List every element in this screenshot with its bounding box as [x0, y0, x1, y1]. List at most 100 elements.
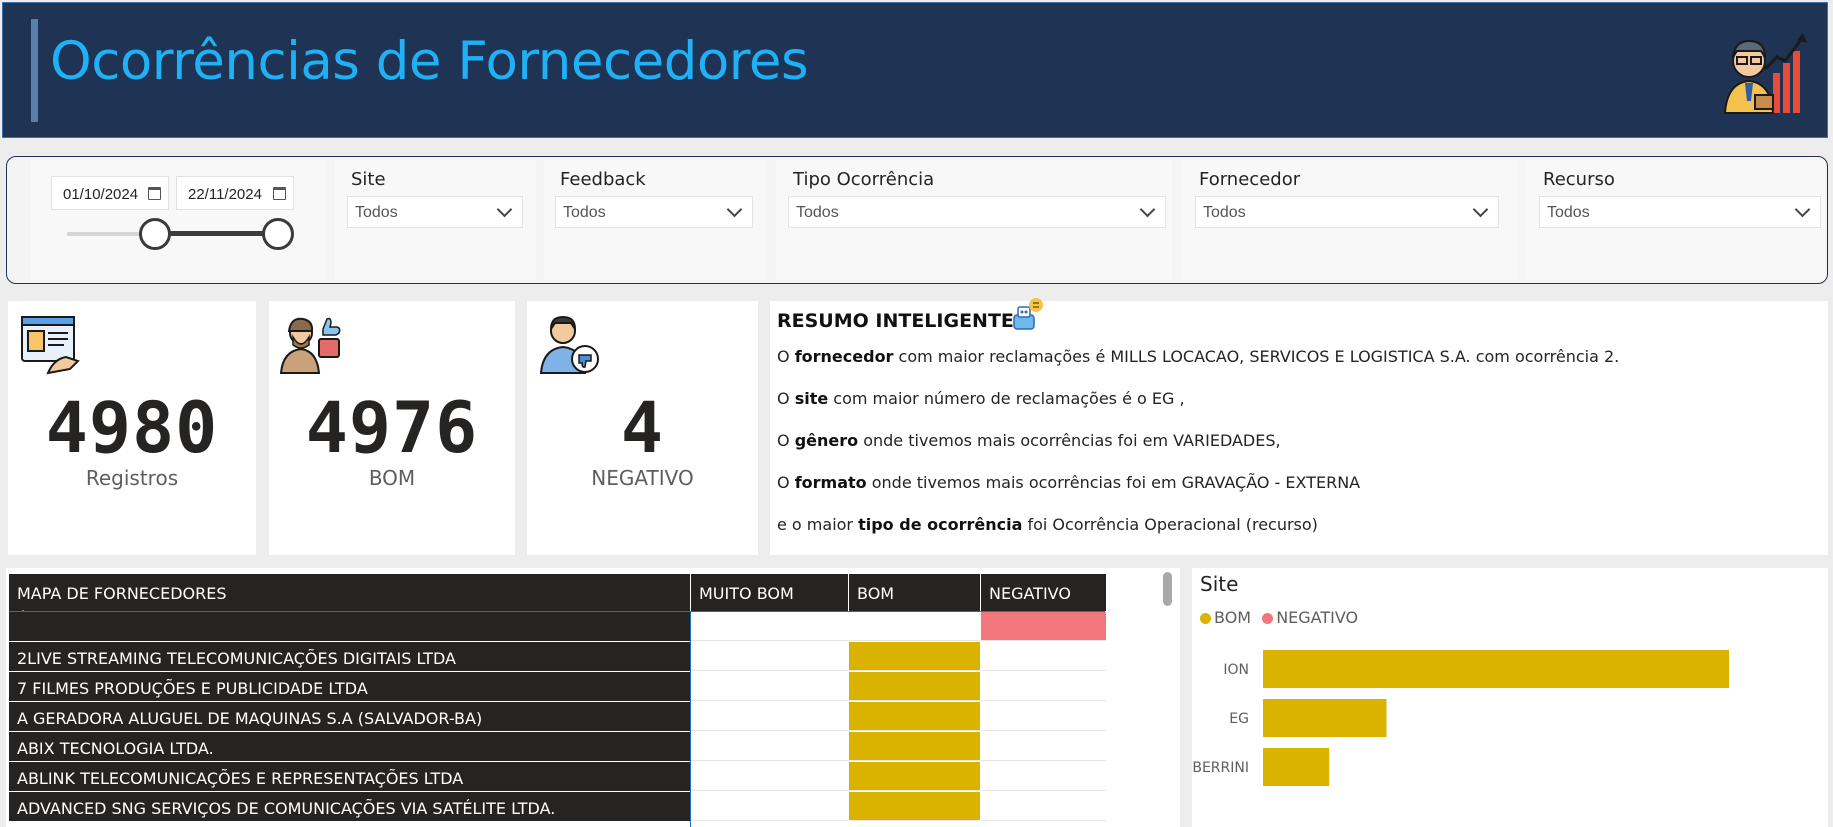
supplier-name-cell[interactable]: ABIX TECNOLOGIA LTDA. [9, 732, 690, 761]
matrix-cell-bom[interactable] [849, 762, 980, 791]
summary-line-tipo-ocorrencia: e o maior tipo de ocorrência foi Ocorrên… [777, 515, 1318, 534]
bar-bom-berrini[interactable] [1263, 748, 1330, 786]
matrix-cell-negativo[interactable] [981, 762, 1106, 791]
matrix-cell-bom[interactable] [849, 792, 980, 821]
site-chart-plot: ION EG BERRINI [1192, 650, 1729, 786]
smart-summary-panel: RESUMO INTELIGENTE O fornecedor com maio… [770, 298, 1828, 555]
site-slicer-label: Site [351, 169, 386, 190]
fornecedor-dropdown[interactable]: Todos [1195, 196, 1499, 228]
feedback-slicer: Feedback Todos [544, 160, 766, 280]
site-dropdown-value: Todos [355, 204, 398, 221]
fornecedor-slicer-label: Fornecedor [1199, 169, 1301, 190]
table-row[interactable]: ADVANCED SNG SERVIÇOS DE COMUNICAÇÕES VI… [6, 792, 1106, 822]
date-end-input[interactable]: 22/11/2024 [176, 176, 294, 210]
table-row[interactable]: ABIX TECNOLOGIA LTDA. [6, 732, 1106, 762]
feedback-dropdown-value: Todos [563, 204, 606, 221]
table-row[interactable]: 7 FILMES PRODUÇÕES E PUBLICIDADE LTDA [6, 672, 1106, 702]
page-title: Ocorrências de Fornecedores [50, 31, 809, 92]
matrix-cell-muito-bom[interactable] [691, 612, 848, 641]
matrix-cell-bom[interactable] [849, 732, 980, 761]
table-row[interactable]: A GERADORA ALUGUEL DE MAQUINAS S.A (SALV… [6, 702, 1106, 732]
matrix-cell-muito-bom[interactable] [691, 702, 848, 731]
matrix-header-fornecedores-label: MAPA DE FORNECEDORES [17, 584, 227, 603]
summary-line-site: O site com maior número de reclamações é… [777, 389, 1185, 408]
date-end-value: 22/11/2024 [188, 186, 262, 203]
kpi-negativo-label: NEGATIVO [591, 466, 694, 490]
supplier-name-cell[interactable]: 2LIVE STREAMING TELECOMUNICAÇÕES DIGITAI… [9, 642, 690, 671]
matrix-cell-muito-bom[interactable] [691, 762, 848, 791]
calendar-icon[interactable] [273, 187, 286, 200]
filter-bar: 01/10/2024 22/11/2024 Site Todos Feedbac… [6, 156, 1828, 284]
matrix-cell-negativo[interactable] [981, 792, 1106, 821]
category-label: BERRINI [1192, 760, 1249, 776]
table-row[interactable] [6, 612, 1106, 642]
supplier-name-cell[interactable]: ADVANCED SNG SERVIÇOS DE COMUNICAÇÕES VI… [9, 792, 690, 821]
registration-form-icon [21, 316, 80, 375]
matrix-cell-negativo[interactable] [981, 732, 1106, 761]
matrix-header-muito-bom[interactable]: MUITO BOM [691, 574, 848, 611]
matrix-header-negativo[interactable]: NEGATIVO [981, 574, 1106, 611]
fornecedor-slicer: Fornecedor Todos [1181, 160, 1517, 280]
thumbs-down-person-icon [539, 315, 599, 374]
chevron-down-icon [1139, 201, 1156, 218]
matrix-header-fornecedores[interactable]: MAPA DE FORNECEDORES [9, 574, 690, 616]
tipo-ocorrencia-dropdown[interactable]: Todos [788, 196, 1166, 228]
chevron-down-icon [1472, 201, 1489, 218]
businessman-growth-chart-icon [1723, 33, 1807, 114]
calendar-icon[interactable] [148, 187, 161, 200]
matrix-cell-bom[interactable] [849, 702, 980, 731]
summary-line-genero: O gênero onde tivemos mais ocorrências f… [777, 431, 1281, 450]
matrix-cell-negativo[interactable] [981, 642, 1106, 671]
supplier-name-cell[interactable]: 7 FILMES PRODUÇÕES E PUBLICIDADE LTDA [9, 672, 690, 701]
site-bar-chart: Site BOM NEGATIVO ION EG BERRINI [1192, 568, 1828, 827]
matrix-column-divider [690, 611, 691, 827]
kpi-card-negativo: 4 NEGATIVO [527, 301, 758, 555]
bar-bom-eg[interactable] [1263, 699, 1387, 737]
slider-track [67, 232, 147, 236]
chevron-down-icon [496, 201, 513, 218]
slider-start-handle[interactable] [139, 218, 171, 250]
page-header: Ocorrências de Fornecedores [2, 2, 1828, 138]
category-label: EG [1229, 711, 1249, 727]
summary-title: RESUMO INTELIGENTE [777, 310, 1014, 332]
summary-line-formato: O formato onde tivemos mais ocorrências … [777, 473, 1361, 492]
kpi-bom-value: 4976 [305, 387, 479, 469]
matrix-cell-bom[interactable] [849, 612, 980, 641]
matrix-cell-muito-bom[interactable] [691, 642, 848, 671]
date-start-input[interactable]: 01/10/2024 [51, 176, 169, 210]
recurso-dropdown[interactable]: Todos [1539, 196, 1821, 228]
matrix-cell-muito-bom[interactable] [691, 732, 848, 761]
matrix-header-divider [9, 611, 1105, 612]
matrix-cell-muito-bom[interactable] [691, 672, 848, 701]
matrix-cell-negativo[interactable] [981, 672, 1106, 701]
supplier-name-cell[interactable]: A GERADORA ALUGUEL DE MAQUINAS S.A (SALV… [9, 702, 690, 731]
kpi-card-bom: 4976 BOM [269, 301, 515, 555]
table-row[interactable]: 2LIVE STREAMING TELECOMUNICAÇÕES DIGITAI… [6, 642, 1106, 672]
kpi-registros-value: 4980 [45, 387, 219, 469]
matrix-cell-negativo[interactable] [981, 702, 1106, 731]
ai-assistant-icon [1013, 298, 1043, 330]
supplier-name-cell[interactable] [9, 612, 690, 641]
tipo-ocorrencia-dropdown-value: Todos [796, 204, 839, 221]
recurso-slicer: Recurso Todos [1525, 160, 1825, 280]
site-slicer: Site Todos [335, 160, 536, 280]
title-accent-bar [31, 19, 38, 122]
date-range-slicer: 01/10/2024 22/11/2024 [31, 160, 326, 280]
chevron-down-icon [726, 201, 743, 218]
kpi-negativo-value: 4 [620, 387, 665, 469]
tipo-ocorrencia-slicer-label: Tipo Ocorrência [793, 169, 935, 190]
slider-end-handle[interactable] [262, 218, 294, 250]
kpi-bom-label: BOM [368, 466, 416, 490]
site-dropdown[interactable]: Todos [347, 196, 523, 228]
feedback-dropdown[interactable]: Todos [555, 196, 753, 228]
matrix-cell-muito-bom[interactable] [691, 792, 848, 821]
matrix-scrollbar[interactable] [1163, 572, 1172, 606]
matrix-header-bom[interactable]: BOM [849, 574, 980, 611]
matrix-cell-bom[interactable] [849, 672, 980, 701]
matrix-cell-negativo[interactable] [981, 612, 1106, 641]
matrix-cell-bom[interactable] [849, 642, 980, 671]
bar-bom-ion[interactable] [1263, 650, 1729, 688]
date-start-value: 01/10/2024 [63, 186, 139, 203]
table-row[interactable]: ABLINK TELECOMUNICAÇÕES E REPRESENTAÇÕES… [6, 762, 1106, 792]
supplier-name-cell[interactable]: ABLINK TELECOMUNICAÇÕES E REPRESENTAÇÕES… [9, 762, 690, 791]
